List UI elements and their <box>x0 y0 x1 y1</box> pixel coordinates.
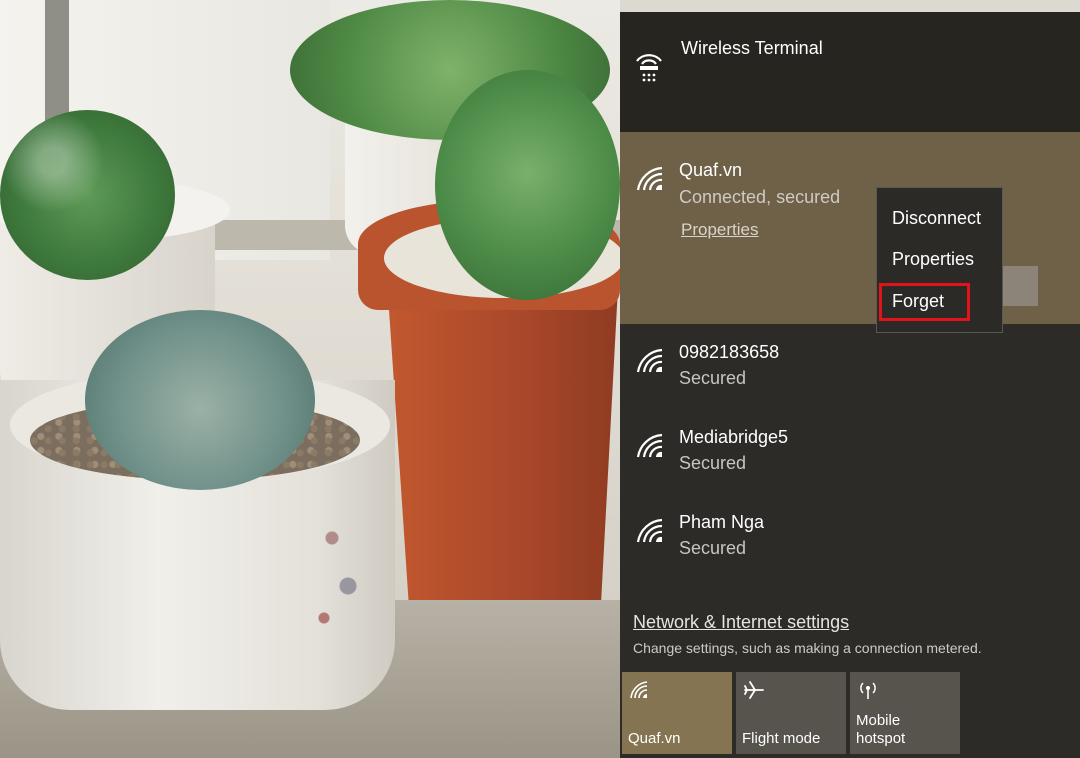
wifi-icon <box>636 518 663 543</box>
mobile-hotspot-label-line2: hotspot <box>856 730 906 747</box>
desktop-wallpaper <box>0 0 620 758</box>
menu-item-forget[interactable]: Forget <box>877 283 1002 319</box>
wireless-terminal-title[interactable]: Wireless Terminal <box>681 38 823 59</box>
wireless-terminal-icon <box>636 54 662 82</box>
wallpaper-plant-aloe <box>435 70 620 300</box>
network-flyout: Wireless Terminal Quaf.vn Connected, sec… <box>620 12 1080 758</box>
wifi-icon <box>636 166 663 191</box>
menu-item-properties[interactable]: Properties <box>877 241 1002 277</box>
properties-link[interactable]: Properties <box>681 220 758 240</box>
network-name: Quaf.vn <box>679 160 743 180</box>
network-status: Secured <box>679 538 747 558</box>
wifi-toggle-tile[interactable]: Quaf.vn <box>622 672 732 754</box>
network-item[interactable]: Mediabridge5 Secured <box>620 417 1080 497</box>
wallpaper-plant-succulent <box>85 310 315 490</box>
wallpaper-plant-left <box>0 110 175 280</box>
wifi-icon <box>636 433 663 458</box>
flight-mode-tile[interactable]: Flight mode <box>736 672 846 754</box>
mobile-hotspot-label: Mobile hotspot <box>856 712 905 748</box>
mobile-hotspot-label-line1: Mobile <box>856 712 901 729</box>
wallpaper-pot-decoration <box>300 490 380 650</box>
menu-item-disconnect[interactable]: Disconnect <box>877 200 1002 236</box>
network-settings-description: Change settings, such as making a connec… <box>633 640 982 656</box>
flight-mode-label: Flight mode <box>742 730 821 747</box>
hotspot-icon <box>860 682 876 699</box>
airplane-icon <box>744 681 764 699</box>
network-name: 0982183658 <box>679 342 780 362</box>
network-item[interactable]: 0982183658 Secured <box>620 332 1080 412</box>
flyout-header: Wireless Terminal <box>620 12 1080 132</box>
network-item[interactable]: Pham Nga Secured <box>620 502 1080 582</box>
network-status: Secured <box>679 368 747 388</box>
mobile-hotspot-tile[interactable]: Mobile hotspot <box>850 672 960 754</box>
wifi-icon <box>630 681 648 699</box>
wifi-toggle-label: Quaf.vn <box>628 730 681 747</box>
wifi-icon <box>636 348 663 373</box>
network-settings-link[interactable]: Network & Internet settings <box>633 612 849 633</box>
network-status: Secured <box>679 453 747 473</box>
network-name: Mediabridge5 <box>679 427 789 447</box>
screen: Wireless Terminal Quaf.vn Connected, sec… <box>0 0 1080 758</box>
network-name: Pham Nga <box>679 512 765 532</box>
network-status: Connected, secured <box>679 187 841 207</box>
network-context-menu: Disconnect Properties Forget <box>876 187 1003 333</box>
